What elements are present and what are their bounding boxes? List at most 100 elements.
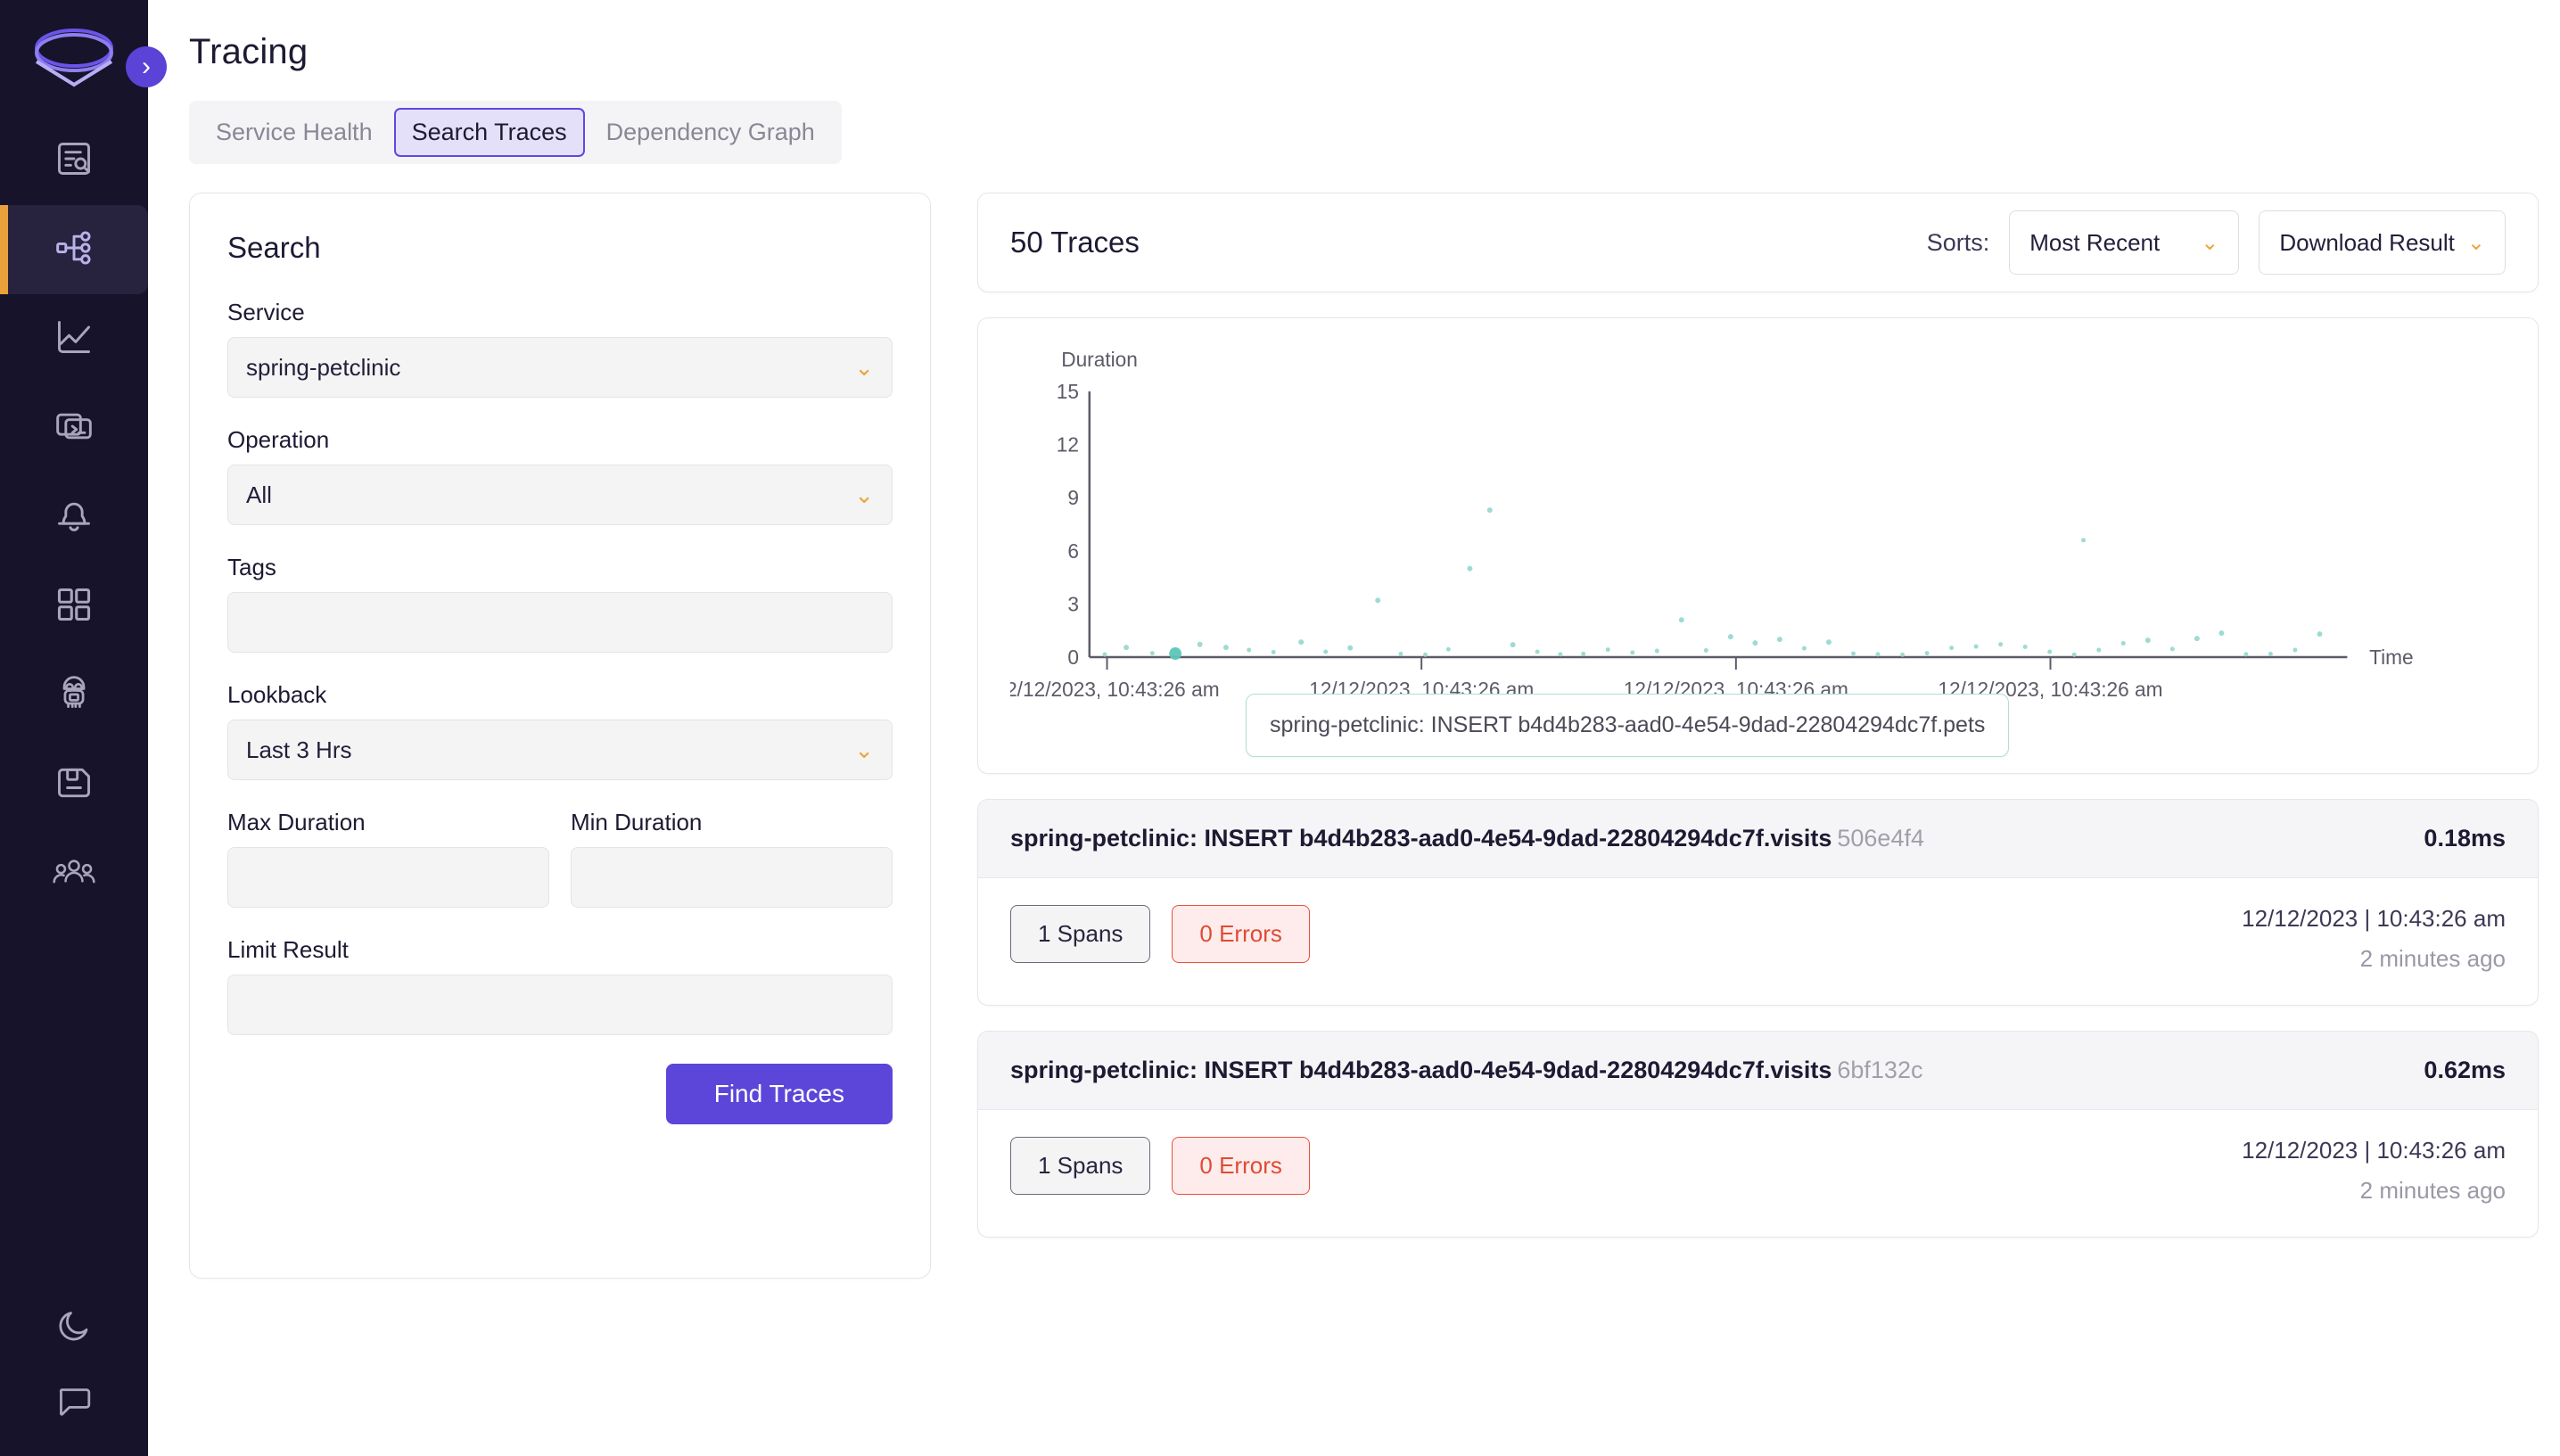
download-result-label: Download Result <box>2279 228 2455 256</box>
chevron-down-icon: ⌄ <box>2201 230 2219 255</box>
app-root: › Tracing Service Health Search Traces D… <box>0 0 2560 1456</box>
trace-timestamp: 12/12/2023 | 10:43:26 am <box>2242 1137 2506 1164</box>
page-title: Tracing <box>189 32 309 71</box>
svg-text:0: 0 <box>1067 646 1079 669</box>
svg-text:12/12/2023, 10:43:26 am: 12/12/2023, 10:43:26 am <box>1010 678 1220 701</box>
search-panel: Search Service spring-petclinic ⌄ Operat… <box>189 193 931 1279</box>
spans-badge[interactable]: 1 Spans <box>1010 1137 1151 1195</box>
tab-service-health[interactable]: Service Health <box>198 108 391 157</box>
spans-badge[interactable]: 1 Spans <box>1010 905 1151 963</box>
sidebar-collapse-button[interactable]: › <box>126 46 167 87</box>
chevron-down-icon: ⌄ <box>854 481 874 508</box>
sidebar-item-alerts[interactable] <box>0 473 148 562</box>
trace-badges: 1 Spans 0 Errors <box>1010 905 1310 963</box>
trace-meta: 12/12/2023 | 10:43:26 am 2 minutes ago <box>2242 1137 2506 1205</box>
service-label: Service <box>227 299 305 325</box>
find-traces-button[interactable]: Find Traces <box>665 1064 893 1124</box>
sort-select-value: Most Recent <box>2029 228 2161 256</box>
limit-result-label: Limit Result <box>227 936 349 963</box>
chart-tooltip: spring-petclinic: INSERT b4d4b283-aad0-4… <box>1246 694 2010 757</box>
svg-text:12: 12 <box>1057 432 1079 456</box>
tabbar: Service Health Search Traces Dependency … <box>189 101 842 164</box>
bell-icon <box>54 496 94 539</box>
content-area: Search Service spring-petclinic ⌄ Operat… <box>189 193 2539 1456</box>
sidebar-item-dashboards[interactable] <box>0 562 148 651</box>
sidebar-item-tracing[interactable] <box>0 205 148 294</box>
chart-xlabel: Time <box>2369 646 2414 669</box>
trace-title-text: spring-petclinic: INSERT b4d4b283-aad0-4… <box>1010 1057 1832 1083</box>
lookback-select-value: Last 3 Hrs <box>246 736 352 763</box>
chart-y-ticks: 0 3 6 9 12 15 <box>1057 380 1079 669</box>
logo-wrap: › <box>0 0 167 116</box>
chart-svg: Duration 0 3 6 9 12 15 12/12/2023, 10:43:26 a… <box>1010 348 2414 701</box>
sidebar-item-saved-views[interactable] <box>0 740 148 829</box>
trace-name: spring-petclinic: INSERT b4d4b283-aad0-4… <box>1010 825 1924 852</box>
trace-count: 50 Traces <box>1010 226 1140 259</box>
tab-dependency-graph[interactable]: Dependency Graph <box>589 108 833 157</box>
sidebar: › <box>0 0 167 1456</box>
trace-id: 6bf132c <box>1837 1057 1923 1083</box>
service-select-value: spring-petclinic <box>246 353 401 381</box>
terminal-window-icon <box>54 407 94 450</box>
trace-meta: 12/12/2023 | 10:43:26 am 2 minutes ago <box>2242 905 2506 973</box>
sidebar-bottom-nav <box>0 1290 148 1456</box>
trace-id: 506e4f4 <box>1837 825 1924 851</box>
sidebar-item-support-chat[interactable] <box>0 1365 148 1440</box>
sidebar-item-dark-mode-toggle[interactable] <box>0 1290 148 1365</box>
operation-select[interactable]: All ⌄ <box>227 465 893 525</box>
chevron-down-icon: ⌄ <box>854 736 874 763</box>
robot-icon <box>54 674 94 718</box>
limit-result-input[interactable] <box>227 975 893 1035</box>
signoz-logo[interactable] <box>31 19 117 98</box>
min-duration-label: Min Duration <box>571 809 703 835</box>
sorts-area: Sorts: Most Recent ⌄ Download Result ⌄ <box>1927 210 2506 275</box>
chart-x-ticks <box>1106 657 2052 670</box>
chart-data-points <box>1102 507 2323 661</box>
sidebar-item-metrics[interactable] <box>0 294 148 383</box>
trace-title-text: spring-petclinic: INSERT b4d4b283-aad0-4… <box>1010 825 1832 851</box>
sidebar-item-services[interactable] <box>0 383 148 473</box>
tab-search-traces[interactable]: Search Traces <box>393 108 585 157</box>
trace-body: 1 Spans 0 Errors 12/12/2023 | 10:43:26 a… <box>978 878 2538 1005</box>
sidebar-item-exceptions[interactable] <box>0 651 148 740</box>
find-traces-row: Find Traces <box>227 1064 893 1124</box>
lookback-select[interactable]: Last 3 Hrs ⌄ <box>227 720 893 780</box>
chat-bubble-icon <box>55 1382 93 1424</box>
sidebar-item-members[interactable] <box>0 829 148 918</box>
trace-relative-time: 2 minutes ago <box>2359 1177 2506 1204</box>
trace-timestamp: 12/12/2023 | 10:43:26 am <box>2242 905 2506 932</box>
errors-badge[interactable]: 0 Errors <box>1172 1137 1310 1195</box>
max-duration-group: Max Duration <box>227 809 549 936</box>
search-panel-title: Search <box>227 231 321 264</box>
errors-badge[interactable]: 0 Errors <box>1172 905 1310 963</box>
chart-ylabel: Duration <box>1061 348 1138 371</box>
results-header: 50 Traces Sorts: Most Recent ⌄ Download … <box>977 193 2539 292</box>
max-duration-label: Max Duration <box>227 809 366 835</box>
duration-row: Max Duration Min Duration <box>227 809 893 936</box>
lookback-label: Lookback <box>227 681 327 708</box>
chevron-down-icon: ⌄ <box>2466 230 2485 255</box>
table-row[interactable]: spring-petclinic: INSERT b4d4b283-aad0-4… <box>977 799 2539 1006</box>
service-select[interactable]: spring-petclinic ⌄ <box>227 337 893 398</box>
sidebar-item-logs-explorer[interactable] <box>0 116 148 205</box>
sort-select[interactable]: Most Recent ⌄ <box>2009 210 2240 275</box>
trace-name: spring-petclinic: INSERT b4d4b283-aad0-4… <box>1010 1057 1922 1084</box>
trace-duration: 0.18ms <box>2424 825 2506 851</box>
min-duration-input[interactable] <box>571 847 893 908</box>
trace-badges: 1 Spans 0 Errors <box>1010 1137 1310 1195</box>
operation-select-value: All <box>246 481 272 508</box>
svg-text:15: 15 <box>1057 380 1079 403</box>
download-result-button[interactable]: Download Result ⌄ <box>2259 210 2506 275</box>
trace-tree-icon <box>54 228 94 272</box>
tags-input[interactable] <box>227 592 893 653</box>
main-content: Tracing Service Health Search Traces Dep… <box>148 0 2560 1456</box>
trace-duration: 0.62ms <box>2424 1057 2506 1083</box>
duration-scatter-chart[interactable]: Duration 0 3 6 9 12 15 12/12/2023, 10:43:26 a… <box>977 317 2539 774</box>
sidebar-nav-list <box>0 116 148 918</box>
trace-relative-time: 2 minutes ago <box>2359 945 2506 972</box>
max-duration-input[interactable] <box>227 847 549 908</box>
chevron-down-icon: ⌄ <box>854 354 874 381</box>
moon-icon <box>55 1307 93 1349</box>
table-row[interactable]: spring-petclinic: INSERT b4d4b283-aad0-4… <box>977 1031 2539 1238</box>
operation-label: Operation <box>227 426 330 453</box>
